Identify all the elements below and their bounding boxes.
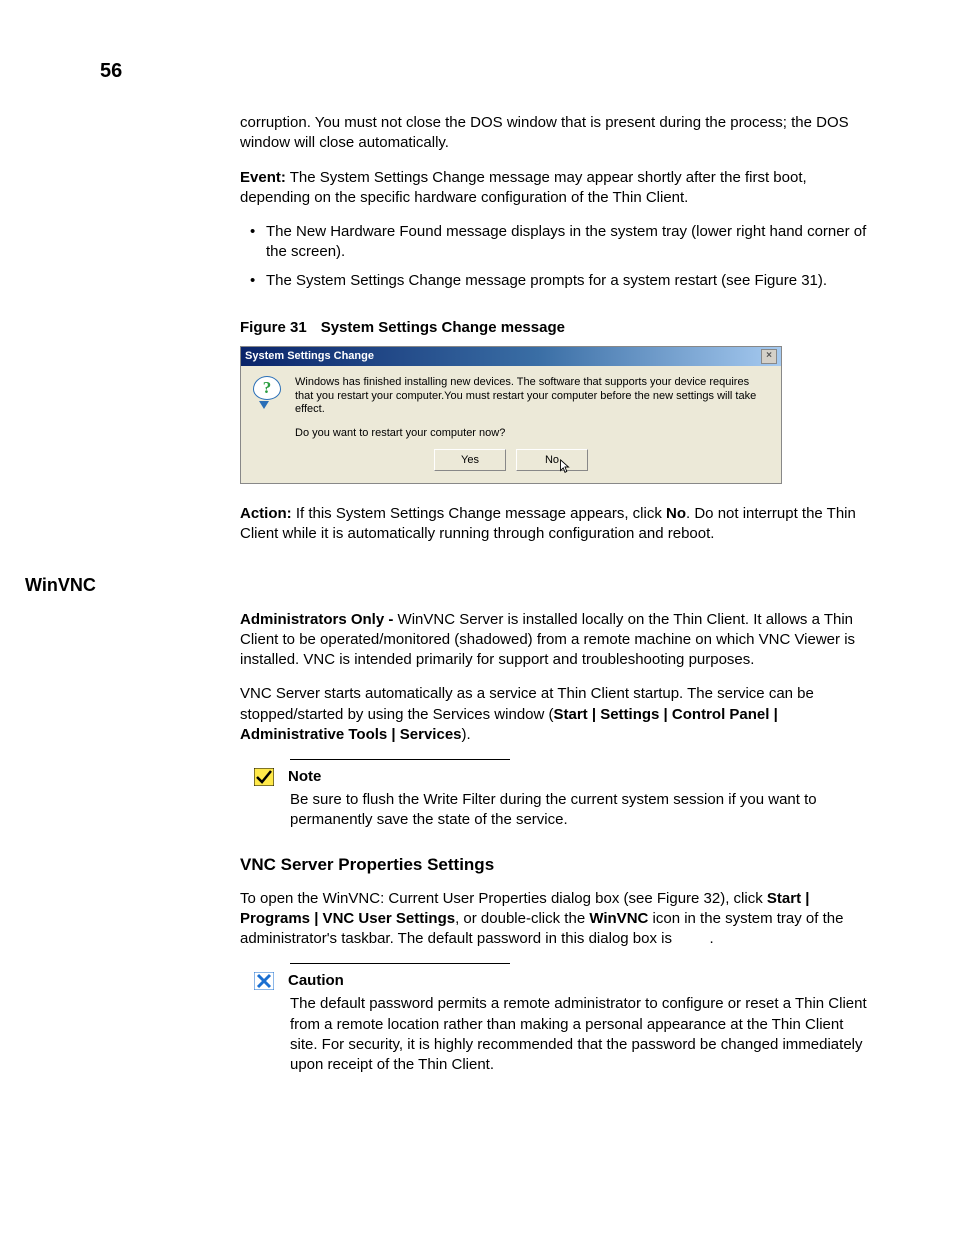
action-no: No	[666, 505, 686, 522]
dialog-message: Windows has finished installing new devi…	[295, 376, 769, 417]
vncprops-text-1: To open the WinVNC: Current User Propert…	[240, 890, 767, 907]
paragraph-event: Event: The System Settings Change messag…	[240, 168, 874, 209]
system-settings-dialog: System Settings Change × ? Windows has f…	[240, 346, 782, 484]
paragraph-vnc-props: To open the WinVNC: Current User Propert…	[240, 889, 874, 950]
list-item: The New Hardware Found message displays …	[240, 222, 874, 263]
paragraph-admin: Administrators Only - WinVNC Server is i…	[240, 610, 874, 671]
paragraph-corruption: corruption. You must not close the DOS w…	[240, 113, 874, 154]
admin-label: Administrators Only -	[240, 611, 398, 628]
caution-callout: Caution The default password permits a r…	[254, 963, 874, 1075]
action-text-1: If this System Settings Change message a…	[292, 505, 666, 522]
no-button[interactable]: No	[516, 449, 588, 471]
vnc-props-heading: VNC Server Properties Settings	[240, 855, 874, 875]
page-number: 56	[100, 60, 874, 83]
cursor-icon	[559, 459, 571, 475]
figure-number: Figure 31	[240, 319, 307, 336]
dialog-title-text: System Settings Change	[245, 350, 374, 362]
action-label: Action:	[240, 505, 292, 522]
list-item: The System Settings Change message promp…	[240, 271, 874, 291]
close-icon[interactable]: ×	[761, 349, 777, 364]
note-callout: Note Be sure to flush the Write Filter d…	[254, 759, 874, 831]
checkmark-icon	[254, 768, 274, 786]
question-icon: ?	[253, 376, 281, 404]
dialog-body: ? Windows has finished installing new de…	[241, 366, 781, 483]
figure-title: System Settings Change message	[321, 319, 565, 336]
winvnc-heading: WinVNC	[25, 575, 874, 596]
paragraph-vnc-service: VNC Server starts automatically as a ser…	[240, 684, 874, 745]
figure-caption: Figure 31 System Settings Change message	[240, 319, 874, 336]
caution-x-icon	[254, 972, 274, 990]
dialog-titlebar: System Settings Change ×	[241, 347, 781, 366]
note-label: Note	[288, 768, 321, 785]
note-body: Be sure to flush the Write Filter during…	[290, 790, 874, 831]
event-bullets: The New Hardware Found message displays …	[240, 222, 874, 291]
paragraph-action: Action: If this System Settings Change m…	[240, 504, 874, 545]
caution-body: The default password permits a remote ad…	[290, 994, 874, 1075]
caution-label: Caution	[288, 972, 344, 989]
vncprops-text-2: , or double-click the	[455, 910, 589, 927]
dialog-prompt: Do you want to restart your computer now…	[295, 427, 769, 439]
vncprops-winvnc: WinVNC	[589, 910, 648, 927]
event-label: Event:	[240, 169, 286, 186]
event-text: The System Settings Change message may a…	[240, 169, 807, 206]
vnc-text-2: ).	[462, 726, 471, 743]
vncprops-text-4: .	[710, 930, 714, 947]
yes-button[interactable]: Yes	[434, 449, 506, 471]
